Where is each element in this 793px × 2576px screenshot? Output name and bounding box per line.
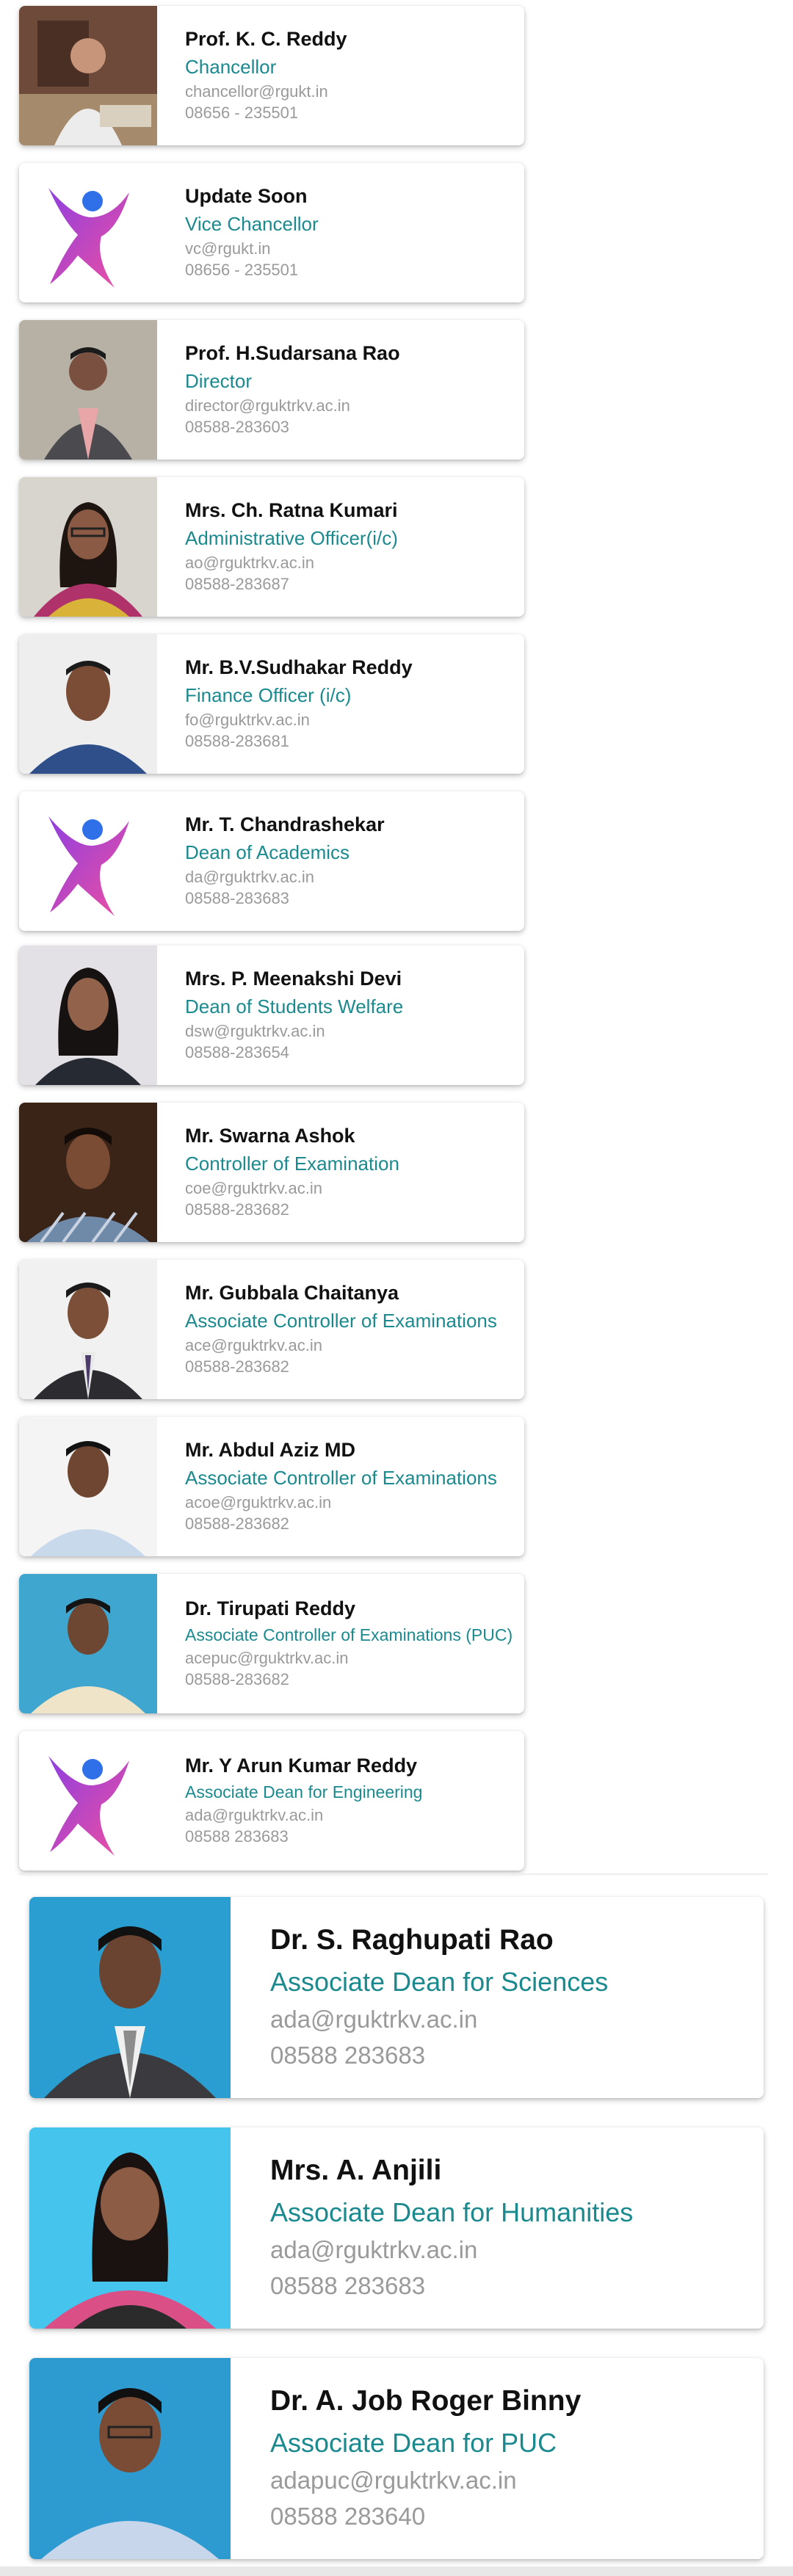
section-divider <box>19 1873 768 1875</box>
person-name: Mr. Swarna Ashok <box>185 1125 355 1147</box>
person-photo <box>29 1897 231 2098</box>
person-email[interactable]: ada@rguktrkv.ac.in <box>270 2004 749 2036</box>
person-role: Associate Dean for Engineering <box>185 1782 423 1802</box>
person-phone[interactable]: 08588 283640 <box>270 2501 749 2533</box>
person-name: Mr. Gubbala Chaitanya <box>185 1282 399 1305</box>
person-email[interactable]: adapuc@rguktrkv.ac.in <box>270 2465 749 2497</box>
person-email[interactable]: ada@rguktrkv.ac.in <box>185 1805 515 1826</box>
person-name: Mrs. P. Meenakshi Devi <box>185 968 402 990</box>
person-photo <box>19 1103 157 1242</box>
person-photo <box>19 6 157 145</box>
person-email[interactable]: da@rguktrkv.ac.in <box>185 867 515 888</box>
person-email[interactable]: ada@rguktrkv.ac.in <box>270 2235 749 2266</box>
person-phone[interactable]: 08588-283682 <box>185 1357 515 1378</box>
staff-card-associate-controller-2: Mr. Abdul Aziz MD Associate Controller o… <box>19 1417 524 1556</box>
staff-card-associate-dean-humanities: Mrs. A. Anjili Associate Dean for Humani… <box>29 2127 764 2329</box>
person-photo <box>29 2127 231 2329</box>
person-role: Associate Dean for Humanities <box>270 2197 634 2227</box>
person-email[interactable]: vc@rgukt.in <box>185 239 515 260</box>
staff-card-associate-dean-sciences: Dr. S. Raghupati Rao Associate Dean for … <box>29 1897 764 2098</box>
staff-card-administrative-officer: Mrs. Ch. Ratna Kumari Administrative Off… <box>19 477 524 617</box>
person-role: Associate Controller of Examinations <box>185 1309 497 1332</box>
person-email[interactable]: chancellor@rgukt.in <box>185 81 515 103</box>
person-name: Mrs. Ch. Ratna Kumari <box>185 499 398 522</box>
person-phone[interactable]: 08588-283682 <box>185 1669 515 1691</box>
person-photo <box>19 477 157 617</box>
person-name: Mr. T. Chandrashekar <box>185 813 385 836</box>
person-email[interactable]: director@rguktrkv.ac.in <box>185 396 515 417</box>
person-name: Dr. Tirupati Reddy <box>185 1597 356 1620</box>
person-photo <box>29 2358 231 2559</box>
person-photo <box>19 1574 157 1713</box>
person-email[interactable]: dsw@rguktrkv.ac.in <box>185 1021 515 1042</box>
person-phone[interactable]: 08588-283603 <box>185 417 515 438</box>
person-role: Associate Controller of Examinations <box>185 1466 497 1489</box>
person-name: Prof. K. C. Reddy <box>185 28 347 51</box>
person-role: Dean of Academics <box>185 841 350 863</box>
person-name: Mr. B.V.Sudhakar Reddy <box>185 656 413 679</box>
person-role: Finance Officer (i/c) <box>185 683 352 706</box>
person-phone[interactable]: 08588-283687 <box>185 574 515 595</box>
person-email[interactable]: ace@rguktrkv.ac.in <box>185 1335 515 1357</box>
person-email[interactable]: acoe@rguktrkv.ac.in <box>185 1492 515 1514</box>
person-email[interactable]: fo@rguktrkv.ac.in <box>185 710 515 731</box>
person-email[interactable]: coe@rguktrkv.ac.in <box>185 1178 515 1200</box>
staff-card-chancellor: Prof. K. C. Reddy Chancellor chancellor@… <box>19 6 524 145</box>
staff-card-dean-academics: Mr. T. Chandrashekar Dean of Academics d… <box>19 791 524 931</box>
person-role: Vice Chancellor <box>185 212 319 235</box>
person-role: Chancellor <box>185 55 277 78</box>
person-phone[interactable]: 08656 - 235501 <box>185 103 515 124</box>
person-phone[interactable]: 08588-283682 <box>185 1514 515 1535</box>
staff-card-associate-controller-1: Mr. Gubbala Chaitanya Associate Controll… <box>19 1260 524 1399</box>
staff-card-dean-students-welfare: Mrs. P. Meenakshi Devi Dean of Students … <box>19 946 524 1085</box>
person-role: Director <box>185 369 253 392</box>
person-phone[interactable]: 08588-283683 <box>185 888 515 910</box>
person-photo <box>19 634 157 774</box>
person-photo <box>19 946 157 1085</box>
person-name: Dr. S. Raghupati Rao <box>270 1924 554 1956</box>
person-role: Associate Dean for PUC <box>270 2428 557 2458</box>
person-role: Controller of Examination <box>185 1152 399 1175</box>
person-role: Associate Dean for Sciences <box>270 1967 609 1997</box>
person-name: Mrs. A. Anjili <box>270 2155 442 2187</box>
person-photo <box>19 1417 157 1556</box>
staff-card-finance-officer: Mr. B.V.Sudhakar Reddy Finance Officer (… <box>19 634 524 774</box>
person-name: Dr. A. Job Roger Binny <box>270 2385 582 2417</box>
staff-card-associate-dean-puc: Dr. A. Job Roger Binny Associate Dean fo… <box>29 2358 764 2559</box>
person-name: Mr. Y Arun Kumar Reddy <box>185 1755 418 1777</box>
person-phone[interactable]: 08588 283683 <box>270 2040 749 2072</box>
person-email[interactable]: ao@rguktrkv.ac.in <box>185 553 515 574</box>
bottom-edge <box>0 2566 793 2576</box>
person-role: Administrative Officer(i/c) <box>185 526 398 549</box>
person-phone[interactable]: 08588 283683 <box>270 2271 749 2302</box>
staff-card-associate-controller-puc: Dr. Tirupati Reddy Associate Controller … <box>19 1574 524 1713</box>
person-logo-icon <box>19 1731 157 1871</box>
person-name: Prof. H.Sudarsana Rao <box>185 342 400 365</box>
staff-card-associate-dean-engineering: Mr. Y Arun Kumar Reddy Associate Dean fo… <box>19 1731 524 1871</box>
person-phone[interactable]: 08588-283681 <box>185 731 515 752</box>
person-phone[interactable]: 08588-283654 <box>185 1042 515 1064</box>
person-name: Mr. Abdul Aziz MD <box>185 1439 355 1462</box>
person-role: Dean of Students Welfare <box>185 995 404 1017</box>
person-photo <box>19 320 157 460</box>
person-phone[interactable]: 08656 - 235501 <box>185 260 515 281</box>
person-logo-icon <box>19 791 157 931</box>
person-role: Associate Controller of Examinations (PU… <box>185 1625 513 1644</box>
staff-card-vice-chancellor: Update Soon Vice Chancellor vc@rgukt.in … <box>19 163 524 302</box>
staff-card-controller-examination: Mr. Swarna Ashok Controller of Examinati… <box>19 1103 524 1242</box>
person-email[interactable]: acepuc@rguktrkv.ac.in <box>185 1648 515 1669</box>
person-logo-icon <box>19 163 157 302</box>
person-photo <box>19 1260 157 1399</box>
person-phone[interactable]: 08588-283682 <box>185 1200 515 1221</box>
person-phone[interactable]: 08588 283683 <box>185 1826 515 1848</box>
staff-card-director: Prof. H.Sudarsana Rao Director director@… <box>19 320 524 460</box>
person-name: Update Soon <box>185 185 308 208</box>
